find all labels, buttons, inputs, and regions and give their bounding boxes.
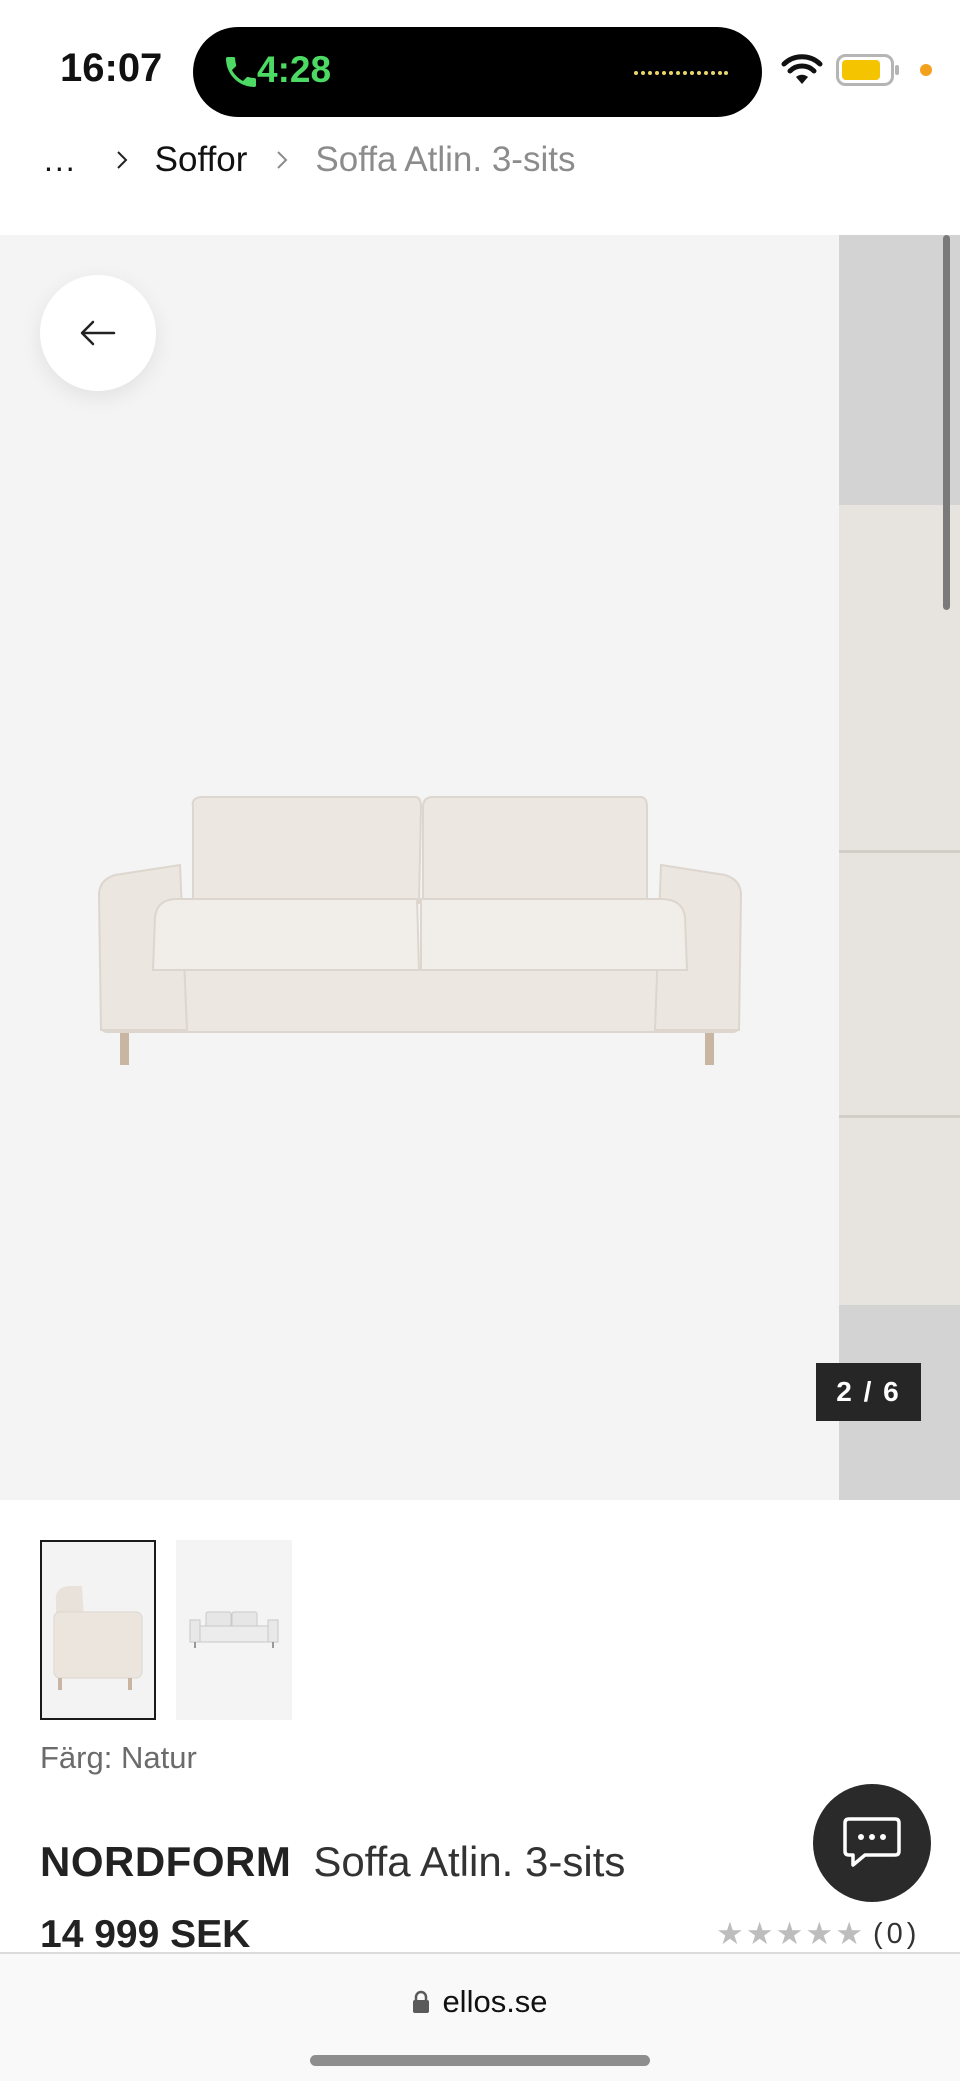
product-image-gallery[interactable]: 2 / 6: [0, 235, 960, 1500]
breadcrumb-soffor-link[interactable]: Soffor: [155, 140, 248, 180]
image-counter: 2 / 6: [816, 1363, 921, 1421]
star-icon: ★: [805, 1916, 834, 1951]
audio-wave-icon: [634, 71, 728, 75]
browser-address-bar[interactable]: ellos.se: [0, 1952, 960, 2081]
product-rating[interactable]: ★ ★ ★ ★ ★ (0): [716, 1916, 920, 1952]
browser-url[interactable]: ellos.se: [442, 1984, 547, 2020]
breadcrumb-ellipsis[interactable]: ...: [44, 142, 77, 179]
status-time: 16:07: [60, 46, 163, 90]
star-icon: ★: [745, 1916, 774, 1951]
chevron-right-icon: [116, 151, 128, 169]
next-product-image-preview[interactable]: [839, 235, 960, 1500]
active-call-pill[interactable]: 4:28: [193, 27, 762, 117]
product-price: 14 999 SEK: [40, 1913, 251, 1956]
product-title: NORDFORM Soffa Atlin. 3-sits: [40, 1838, 625, 1886]
product-brand[interactable]: NORDFORM: [40, 1838, 291, 1886]
chat-bubble-icon: [843, 1817, 901, 1867]
gallery-back-button[interactable]: [40, 275, 156, 391]
wifi-icon: [781, 54, 823, 84]
thumbnail-1[interactable]: [40, 1540, 156, 1720]
star-icon: ★: [775, 1916, 804, 1951]
phone-icon: [226, 57, 256, 87]
product-image-sofa: [97, 796, 743, 1065]
breadcrumb-current: Soffa Atlin. 3-sits: [315, 140, 576, 179]
thumbnail-sofa-side-image: [42, 1542, 154, 1718]
color-label: Färg: Natur: [40, 1740, 197, 1775]
product-name: Soffa Atlin. 3-sits: [313, 1838, 626, 1885]
arrow-left-icon: [80, 320, 116, 346]
lock-icon: [413, 1990, 430, 2013]
breadcrumb: ... Soffor Soffa Atlin. 3-sits: [44, 135, 575, 185]
thumbnail-2[interactable]: [176, 1540, 292, 1720]
chat-button[interactable]: [813, 1784, 931, 1902]
privacy-indicator-dot: [920, 64, 932, 76]
chevron-right-icon: [277, 151, 288, 169]
gallery-scrollbar[interactable]: [943, 235, 950, 610]
next-image-sofa-detail: [839, 505, 960, 1305]
star-icon: ★: [835, 1916, 863, 1951]
rating-count: (0): [872, 1917, 921, 1950]
star-icon: ★: [716, 1916, 744, 1951]
battery-icon: [836, 54, 899, 86]
call-duration: 4:28: [257, 49, 332, 90]
home-indicator[interactable]: [310, 2055, 650, 2066]
thumbnail-sofa-front-image: [176, 1540, 292, 1720]
status-bar: 16:07 4:28: [0, 0, 960, 130]
